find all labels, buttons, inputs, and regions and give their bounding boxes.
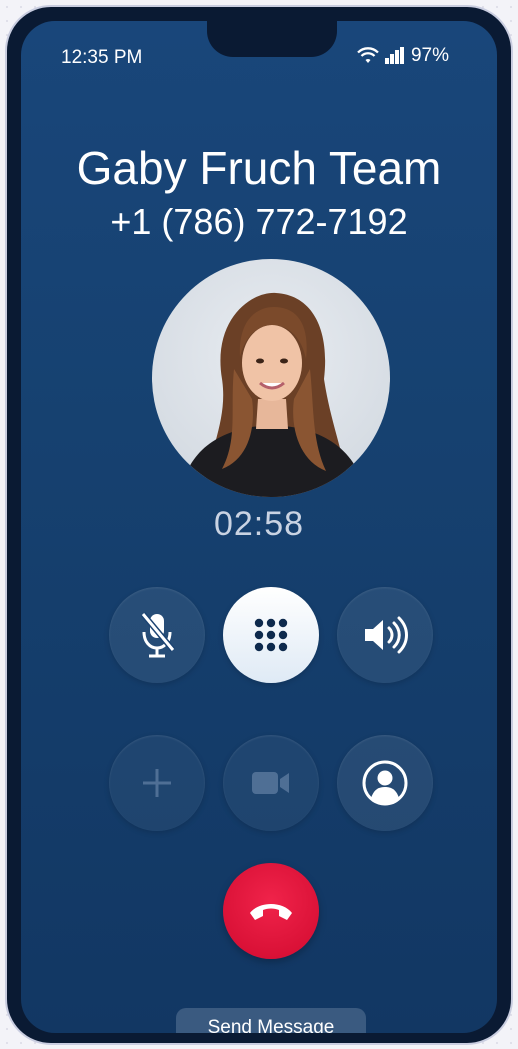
notch bbox=[207, 21, 337, 57]
caller-avatar bbox=[152, 259, 390, 497]
hang-up-icon bbox=[250, 904, 292, 920]
mute-mic-icon bbox=[140, 612, 176, 658]
mute-button[interactable] bbox=[109, 587, 205, 683]
battery-level: 97% bbox=[410, 45, 449, 66]
video-icon bbox=[252, 772, 289, 794]
signal-icon bbox=[384, 47, 404, 64]
add-call-icon bbox=[143, 769, 171, 797]
contacts-button[interactable] bbox=[337, 735, 433, 831]
call-timer: 02:58 bbox=[213, 505, 305, 543]
video-button[interactable] bbox=[223, 735, 319, 831]
caller-number: +1 (786) 772-7192 bbox=[110, 201, 408, 242]
caller-name: Gaby Fruch Team bbox=[76, 142, 442, 194]
status-indicators: 97% bbox=[357, 45, 449, 67]
call-screen: 12:35 PM 97% Gaby Fruch Team +1 (786) 77… bbox=[21, 21, 497, 1033]
keypad-icon bbox=[254, 618, 288, 652]
status-time: 12:35 PM bbox=[61, 47, 143, 68]
avatar-photo bbox=[180, 292, 366, 497]
keypad-button[interactable] bbox=[223, 587, 319, 683]
end-call-button[interactable] bbox=[223, 863, 319, 959]
send-message-button[interactable]: Send Message bbox=[176, 1008, 366, 1033]
phone-frame: 12:35 PM 97% Gaby Fruch Team +1 (786) 77… bbox=[5, 5, 513, 1045]
contact-icon bbox=[362, 760, 408, 806]
speaker-icon bbox=[365, 616, 408, 654]
speaker-button[interactable] bbox=[337, 587, 433, 683]
add-call-button[interactable] bbox=[109, 735, 205, 831]
wifi-icon bbox=[357, 47, 379, 63]
